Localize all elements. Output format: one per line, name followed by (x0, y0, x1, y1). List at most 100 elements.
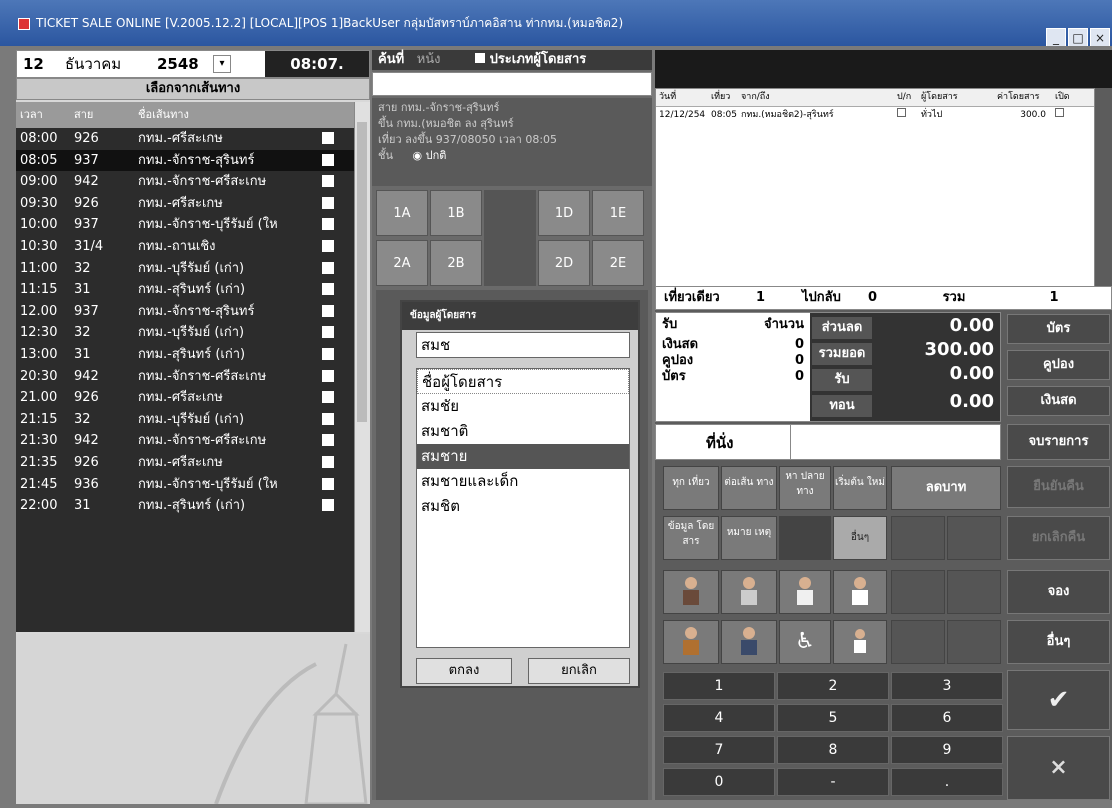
confirm-check-icon[interactable]: ✔ (1007, 670, 1110, 730)
seat-1b[interactable]: 1B (430, 190, 482, 236)
cancel-return-button[interactable]: ยกเลิกคืน (1007, 516, 1110, 560)
route-list-scrollbar[interactable] (354, 102, 370, 632)
table-row[interactable]: 08:05 937 กทม.-จักราช-สุรินทร์ (16, 149, 370, 172)
scroll-thumb[interactable] (357, 122, 367, 422)
close-button[interactable]: × (1090, 28, 1110, 46)
key-4[interactable]: 4 (663, 704, 775, 732)
blank-tile[interactable] (947, 516, 1001, 560)
route-checkbox[interactable] (322, 347, 334, 360)
key-9[interactable]: 9 (891, 736, 1003, 764)
route-checkbox[interactable] (322, 218, 334, 231)
key-5[interactable]: 5 (777, 704, 889, 732)
route-checkbox[interactable] (322, 261, 334, 274)
wheelchair-icon[interactable]: ♿ (779, 620, 831, 664)
blank-tile[interactable] (947, 570, 1001, 614)
woman-icon[interactable] (779, 570, 831, 614)
seat-value-field[interactable] (790, 425, 1000, 459)
passenger-info-tile[interactable]: ข้อมูล โดย สาร (663, 516, 719, 560)
suggestion-item[interactable]: สมชัย (417, 394, 629, 419)
blank-tile[interactable] (779, 516, 831, 560)
officer-icon[interactable] (721, 620, 777, 664)
table-row[interactable]: 09:30 926 กทม.-ศรีสะเกษ (16, 193, 370, 215)
route-checkbox[interactable] (322, 283, 334, 296)
suggestion-header[interactable]: ชื่อผู้โดยสาร (417, 369, 629, 394)
seat-2a[interactable]: 2A (376, 240, 428, 286)
seat-1d[interactable]: 1D (538, 190, 590, 236)
elder-man-icon[interactable] (663, 570, 719, 614)
dialog-cancel-button[interactable]: ยกเลิก (528, 658, 630, 684)
book-button[interactable]: จอง (1007, 570, 1110, 614)
key-dot[interactable]: . (891, 768, 1003, 796)
table-row[interactable]: 22:00 31 กทม.-สุรินทร์ (เก่า) (16, 495, 370, 517)
key-7[interactable]: 7 (663, 736, 775, 764)
confirm-return-button[interactable]: ยืนยันคืน (1007, 466, 1110, 508)
discount-tile[interactable]: ลดบาท (891, 466, 1001, 510)
route-checkbox[interactable] (322, 153, 334, 166)
find-destination-tile[interactable]: หา ปลาย ทาง (779, 466, 831, 510)
key-minus[interactable]: - (777, 768, 889, 796)
student-icon[interactable] (833, 570, 887, 614)
blank-tile[interactable] (891, 570, 945, 614)
class-radio-icon[interactable]: ◉ (413, 149, 423, 162)
select-route-button[interactable]: เลือกจากเส้นทาง (16, 78, 370, 100)
table-row[interactable]: 10:00 937 กทม.-จักราช-บุรีรัมย์ (ให (16, 214, 370, 236)
card-button[interactable]: บัตร (1007, 314, 1110, 344)
table-row[interactable]: 21:15 32 กทม.-บุรีรัมย์ (เก่า) (16, 409, 370, 431)
day-field[interactable]: 12 (23, 51, 44, 77)
other-button[interactable]: อื่นๆ (1007, 620, 1110, 664)
table-row[interactable]: 21:45 936 กทม.-จักราช-บุรีรัมย์ (ให (16, 474, 370, 496)
grid-col-route[interactable]: จาก/ถึง (738, 89, 894, 106)
seat-2d[interactable]: 2D (538, 240, 590, 286)
route-checkbox[interactable] (322, 304, 334, 317)
seat-1e[interactable]: 1E (592, 190, 644, 236)
key-8[interactable]: 8 (777, 736, 889, 764)
blank-tile[interactable] (891, 516, 945, 560)
row-return-checkbox[interactable] (894, 107, 918, 123)
table-row[interactable]: 20:30 942 กทม.-จักราช-ศรีสะเกษ (16, 366, 370, 388)
table-row[interactable]: 11:00 32 กทม.-บุรีรัมย์ (เก่า) (16, 258, 370, 280)
grid-col-fare[interactable]: ค่าโดยสาร (994, 89, 1052, 106)
header-time[interactable]: เวลา (16, 102, 70, 128)
suggestion-item-selected[interactable]: สมชาย (417, 444, 629, 469)
table-row[interactable]: 08:00 926 กทม.-ศรีสะเกษ (16, 128, 370, 150)
route-checkbox[interactable] (322, 412, 334, 425)
grid-col-date[interactable]: วันที่ (656, 89, 708, 106)
passenger-type-checkbox[interactable] (475, 53, 486, 63)
suggestion-item[interactable]: สมชาติ (417, 419, 629, 444)
route-checkbox[interactable] (322, 239, 334, 252)
header-line[interactable]: สาย (70, 102, 134, 128)
note-tile[interactable]: หมาย เหตุ (721, 516, 777, 560)
route-checkbox[interactable] (322, 175, 334, 188)
row-open-checkbox[interactable] (1052, 107, 1082, 123)
seat-2e[interactable]: 2E (592, 240, 644, 286)
route-checkbox[interactable] (322, 132, 334, 144)
monk-icon[interactable] (663, 620, 719, 664)
all-trips-tile[interactable]: ทุก เที่ยว (663, 466, 719, 510)
search-input[interactable] (372, 72, 652, 96)
key-1[interactable]: 1 (663, 672, 775, 700)
extend-route-tile[interactable]: ต่อเส้น ทาง (721, 466, 777, 510)
route-checkbox[interactable] (322, 369, 334, 382)
route-checkbox[interactable] (322, 499, 334, 512)
grid-col-open[interactable]: เปิด (1052, 89, 1082, 106)
route-checkbox[interactable] (322, 455, 334, 468)
minimize-button[interactable]: _ (1046, 28, 1066, 46)
seat-2b[interactable]: 2B (430, 240, 482, 286)
grid-col-pax[interactable]: ผู้โดยสาร (918, 89, 994, 106)
etc-tile[interactable]: อื่นๆ (833, 516, 887, 560)
restart-tile[interactable]: เริ่มต้น ใหม่ (833, 466, 887, 510)
suggestion-item[interactable]: สมชายและเด็ก (417, 469, 629, 494)
key-2[interactable]: 2 (777, 672, 889, 700)
blank-tile[interactable] (891, 620, 945, 664)
route-checkbox[interactable] (322, 391, 334, 404)
year-dropdown-icon[interactable]: ▾ (213, 55, 231, 73)
month-field[interactable]: ธันวาคม (65, 51, 121, 77)
table-row[interactable]: 11:15 31 กทม.-สุรินทร์ (เก่า) (16, 279, 370, 301)
blank-tile[interactable] (947, 620, 1001, 664)
table-row[interactable]: 10:30 31/4 กทม.-ถานเชิง (16, 236, 370, 258)
table-row[interactable]: 21:35 926 กทม.-ศรีสะเกษ (16, 452, 370, 474)
grid-col-trip[interactable]: เที่ยว (708, 89, 738, 106)
header-route[interactable]: ชื่อเส้นทาง (134, 102, 314, 128)
search-option[interactable]: หน้ง (417, 52, 441, 67)
route-checkbox[interactable] (322, 326, 334, 339)
